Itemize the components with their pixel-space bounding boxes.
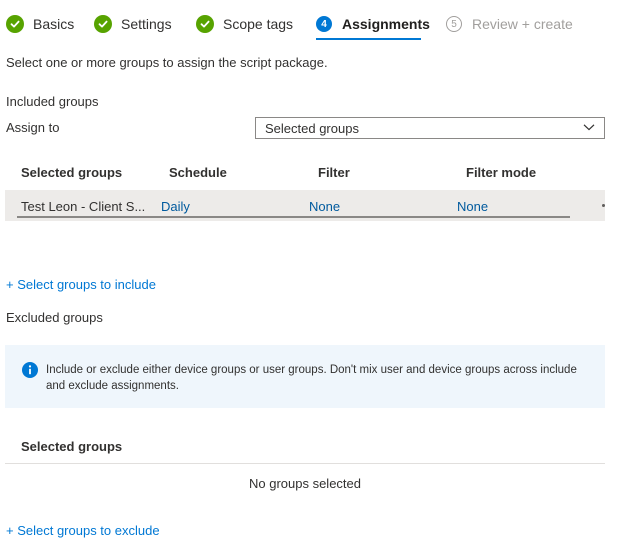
step-label: Scope tags xyxy=(223,16,294,32)
chevron-down-icon xyxy=(583,121,595,136)
table-divider xyxy=(5,463,605,464)
row-filter-link[interactable]: None xyxy=(309,199,340,214)
column-header-schedule: Schedule xyxy=(169,165,227,180)
step-number-badge: 4 xyxy=(316,16,332,32)
assign-to-label: Assign to xyxy=(6,120,60,135)
column-header-filter-mode: Filter mode xyxy=(466,165,537,180)
included-groups-heading: Included groups xyxy=(6,94,99,109)
info-message-text: Include or exclude either device groups … xyxy=(46,364,577,392)
step-number-badge: 5 xyxy=(446,16,462,32)
step-label: Review + create xyxy=(472,16,573,32)
step-settings[interactable]: Settings xyxy=(94,12,172,36)
row-group-name: Test Leon - Client S... xyxy=(21,199,146,214)
row-filter-mode-link[interactable]: None xyxy=(457,199,488,214)
step-label: Basics xyxy=(33,16,75,32)
row-schedule-link[interactable]: Daily xyxy=(161,199,190,214)
intro-text: Select one or more groups to assign the … xyxy=(6,55,328,70)
select-groups-to-exclude-link[interactable]: + Select groups to exclude xyxy=(6,523,160,538)
checkmark-circle-icon xyxy=(196,15,214,33)
step-label: Assignments xyxy=(342,16,430,32)
step-scope-tags[interactable]: Scope tags xyxy=(196,12,293,36)
info-icon xyxy=(22,362,38,381)
step-label: Settings xyxy=(121,16,172,32)
step-basics[interactable]: Basics xyxy=(6,12,74,36)
checkmark-circle-icon xyxy=(6,15,24,33)
excluded-groups-heading: Excluded groups xyxy=(6,310,103,325)
column-header-selected-groups: Selected groups xyxy=(21,165,123,180)
column-header-filter: Filter xyxy=(318,165,350,180)
empty-state-text: No groups selected xyxy=(248,476,361,491)
select-groups-to-include-link[interactable]: + Select groups to include xyxy=(6,277,156,292)
column-header-excluded-selected-groups: Selected groups xyxy=(21,439,123,454)
row-focus-underline xyxy=(17,216,570,218)
checkmark-circle-icon xyxy=(94,15,112,33)
assign-to-dropdown[interactable]: Selected groups xyxy=(255,117,605,139)
info-message-bar: Include or exclude either device groups … xyxy=(5,345,605,408)
assign-to-value: Selected groups xyxy=(265,120,359,136)
row-more-indicator xyxy=(602,204,605,207)
step-review-create: 5 Review + create xyxy=(446,12,573,36)
active-step-indicator xyxy=(316,38,421,40)
step-assignments[interactable]: 4 Assignments xyxy=(316,12,430,36)
